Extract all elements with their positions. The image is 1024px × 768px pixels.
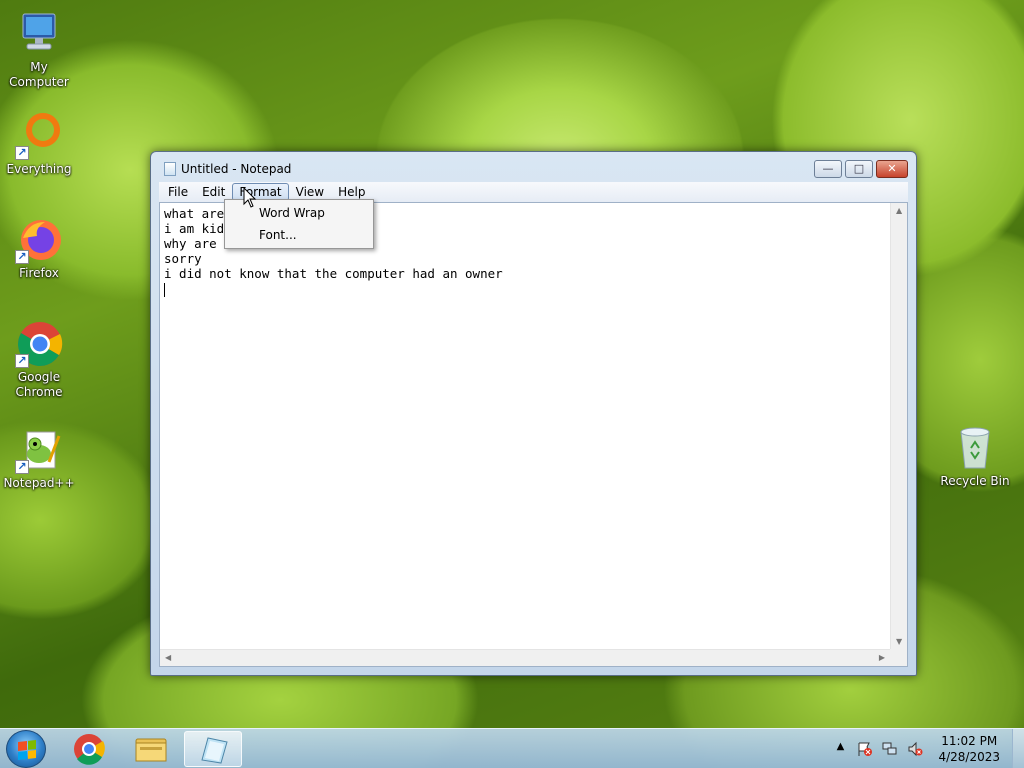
taskbar-notepad-button[interactable] — [184, 731, 242, 767]
editor-line: i did not know that the computer had an … — [164, 266, 503, 281]
shortcut-arrow-icon: ↗ — [15, 146, 29, 160]
minimize-button[interactable]: — — [814, 160, 842, 178]
desktop-icon-everything[interactable]: ↗ Everything — [0, 112, 78, 177]
text-caret — [164, 282, 165, 297]
desktop-icon-label: Google Chrome — [15, 370, 63, 399]
editor-text-area[interactable]: what are i am kid why are sorry i did not kn… — [162, 205, 890, 649]
chrome-icon — [74, 734, 105, 765]
resize-grip[interactable] — [890, 649, 907, 666]
notepad-icon — [164, 162, 176, 176]
mouse-cursor-icon — [243, 187, 257, 208]
shortcut-arrow-icon: ↗ — [15, 354, 29, 368]
scroll-down-icon[interactable]: ▼ — [896, 637, 902, 646]
maximize-button[interactable]: □ — [845, 160, 873, 178]
scroll-left-icon[interactable]: ◀ — [165, 653, 171, 662]
start-button[interactable] — [6, 730, 46, 768]
editor-line: sorry — [164, 251, 202, 266]
windows-logo-icon — [18, 740, 36, 760]
desktop-icon-label: Notepad++ — [3, 476, 75, 490]
vertical-scrollbar[interactable]: ▲ ▼ — [890, 203, 907, 649]
clock-date: 4/28/2023 — [938, 750, 1000, 764]
desktop-icon-recycle-bin[interactable]: Recycle Bin — [936, 424, 1014, 489]
window-title: Untitled - Notepad — [181, 162, 292, 176]
notepad-icon — [201, 737, 228, 764]
clock-time: 11:02 PM — [941, 734, 998, 748]
notepad-plus-plus-icon: ↗ — [15, 426, 63, 474]
taskbar-clock[interactable]: 11:02 PM 4/28/2023 — [938, 733, 1000, 765]
shortcut-arrow-icon: ↗ — [15, 250, 29, 264]
network-icon[interactable] — [882, 741, 898, 757]
folder-icon — [135, 738, 167, 762]
desktop-icon-my-computer[interactable]: My Computer — [0, 10, 78, 90]
recycle-bin-icon — [951, 424, 999, 472]
desktop-icon-notepad-plus-plus[interactable]: ↗ Notepad++ — [0, 426, 78, 491]
desktop-icon-label: My Computer — [9, 60, 69, 89]
shortcut-arrow-icon: ↗ — [15, 460, 29, 474]
system-tray: ▲ 11:02 PM 4/28/2023 — [832, 729, 1008, 768]
scroll-up-icon[interactable]: ▲ — [896, 206, 902, 215]
scroll-right-icon[interactable]: ▶ — [879, 653, 885, 662]
taskbar-chrome-button[interactable] — [60, 731, 118, 767]
menu-item-font[interactable]: Font... — [227, 224, 371, 246]
show-hidden-icons-icon[interactable]: ▲ — [832, 741, 848, 757]
desktop-icon-firefox[interactable]: ↗ Firefox — [0, 216, 78, 281]
firefox-icon: ↗ — [15, 216, 63, 264]
desktop-icon-label: Recycle Bin — [940, 474, 1010, 488]
desktop-icon-label: Firefox — [19, 266, 59, 280]
taskbar-explorer-button[interactable] — [122, 731, 180, 767]
chrome-icon: ↗ — [15, 320, 63, 368]
action-center-flag-icon[interactable] — [857, 741, 873, 757]
title-bar[interactable]: Untitled - Notepad — □ ✕ — [159, 158, 908, 180]
desktop-icon-google-chrome[interactable]: ↗ Google Chrome — [0, 320, 78, 400]
show-desktop-button[interactable] — [1012, 729, 1024, 768]
computer-icon — [15, 10, 63, 58]
taskbar: ▲ 11:02 PM 4/28/2023 — [0, 728, 1024, 768]
window-controls: — □ ✕ — [811, 160, 908, 178]
volume-muted-icon[interactable] — [907, 741, 923, 757]
everything-icon: ↗ — [15, 112, 63, 160]
horizontal-scrollbar[interactable]: ◀ ▶ — [160, 649, 890, 666]
minimize-icon: — — [822, 162, 834, 175]
maximize-icon: □ — [853, 162, 865, 175]
text-editor[interactable]: what are i am kid why are sorry i did not kn… — [159, 202, 908, 667]
close-button[interactable]: ✕ — [876, 160, 908, 178]
close-icon: ✕ — [887, 162, 897, 175]
desktop-icon-label: Everything — [6, 162, 72, 176]
menu-file[interactable]: File — [161, 183, 195, 201]
